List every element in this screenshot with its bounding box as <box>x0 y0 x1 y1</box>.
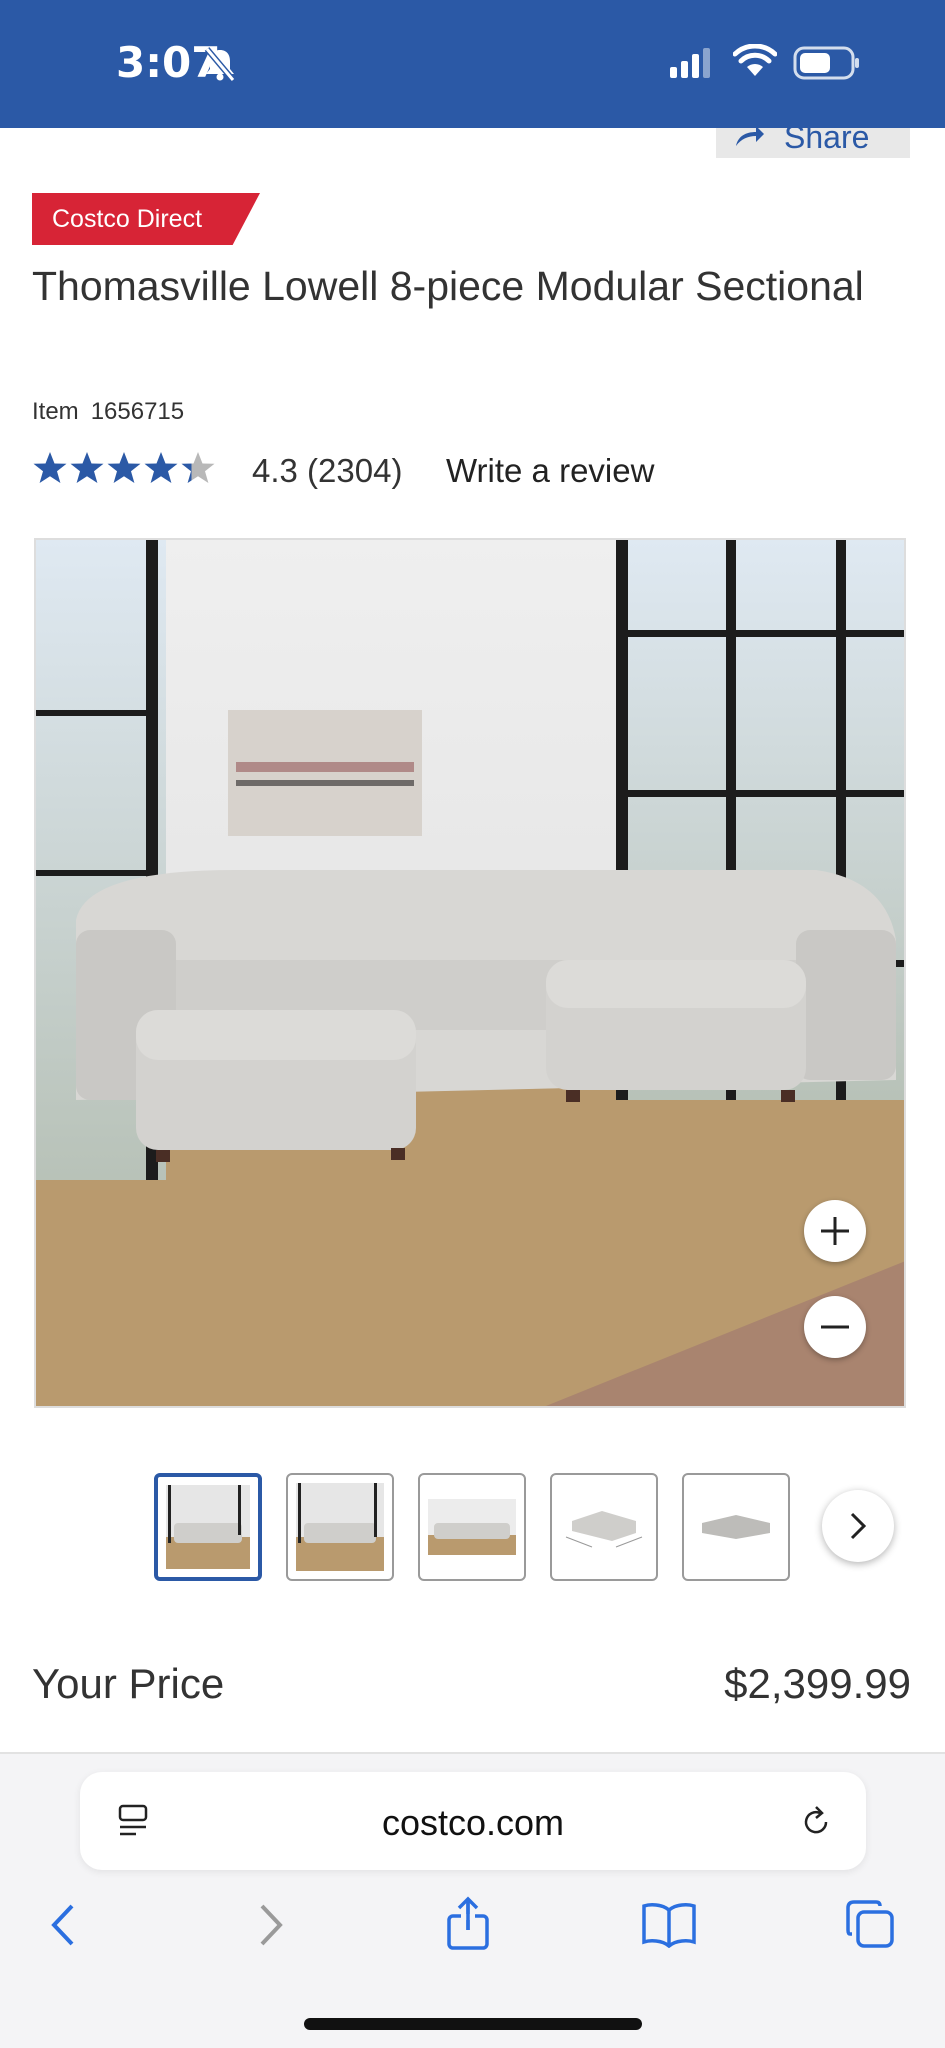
back-icon[interactable] <box>42 1900 86 1950</box>
minus-icon <box>821 1325 849 1329</box>
star-icon <box>70 452 104 483</box>
reload-icon[interactable] <box>796 1802 836 1842</box>
product-title: Thomasville Lowell 8-piece Modular Secti… <box>32 263 864 309</box>
zoom-in-button[interactable] <box>804 1200 866 1262</box>
sofa-room-thumbnail <box>296 1483 384 1571</box>
sofa-room-thumbnail <box>166 1485 250 1569</box>
item-number: Item 1656715 <box>32 398 184 426</box>
zoom-out-button[interactable] <box>804 1296 866 1358</box>
cellular-signal-icon <box>670 48 710 78</box>
bookmarks-icon[interactable] <box>640 1900 698 1948</box>
review-count: (2304) <box>307 452 403 489</box>
plus-icon <box>821 1217 849 1245</box>
price-value: $2,399.99 <box>724 1660 911 1707</box>
item-number-value: 1656715 <box>90 398 185 425</box>
thumbnails-next-button[interactable] <box>822 1490 894 1562</box>
share-label: Share <box>784 128 870 155</box>
item-label: Item <box>32 398 79 425</box>
address-bar[interactable]: costco.com <box>80 1772 866 1870</box>
rating-value: 4.3 <box>252 452 298 489</box>
sofa-dimensions-thumbnail <box>565 1511 643 1548</box>
thumbnail-4[interactable] <box>550 1473 658 1581</box>
thumbnail-1[interactable] <box>154 1473 262 1581</box>
share-arrow-icon <box>736 126 764 146</box>
rating-summary[interactable]: 4.3 (2304) <box>252 452 402 490</box>
home-indicator <box>304 2018 642 2030</box>
thumbnail-3[interactable] <box>418 1473 526 1581</box>
price-label: Your Price <box>32 1660 225 1707</box>
thumbnail-5[interactable] <box>682 1473 790 1581</box>
costco-direct-badge: Costco Direct <box>32 193 260 245</box>
chevron-right-icon <box>850 1512 867 1540</box>
wifi-icon <box>733 44 777 76</box>
star-icon <box>33 452 67 483</box>
battery-icon <box>793 46 859 80</box>
sofa-product-thumbnail <box>702 1515 770 1539</box>
star-rating[interactable] <box>32 448 222 488</box>
status-bar: 3:07 <box>0 0 945 128</box>
star-icon <box>144 452 178 483</box>
product-image[interactable] <box>34 538 906 1408</box>
partial-star-icon <box>181 452 215 483</box>
bell-muted-icon <box>204 47 236 82</box>
thumbnail-2[interactable] <box>286 1473 394 1581</box>
share-sheet-icon[interactable] <box>443 1896 493 1952</box>
url-text[interactable]: costco.com <box>80 1802 866 1844</box>
sofa-wide-thumbnail <box>428 1499 516 1555</box>
sectional-sofa-photo <box>36 540 904 1406</box>
forward-icon[interactable] <box>248 1900 292 1950</box>
tabs-icon[interactable] <box>844 1898 896 1950</box>
star-icon <box>107 452 141 483</box>
write-review-link[interactable]: Write a review <box>446 452 654 490</box>
